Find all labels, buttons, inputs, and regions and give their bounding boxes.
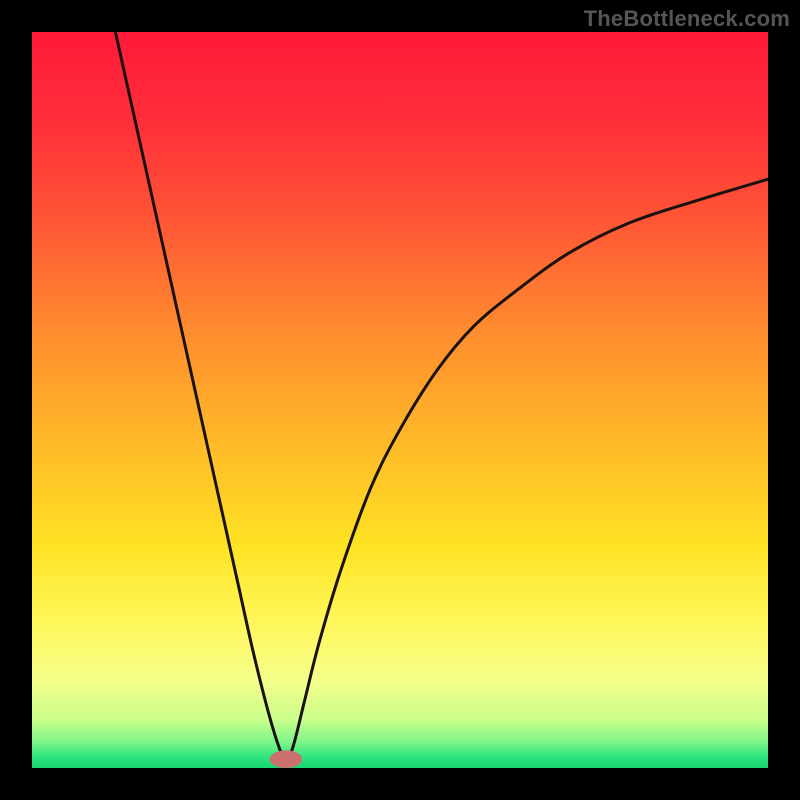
chart-frame [32, 32, 768, 768]
watermark-text: TheBottleneck.com [584, 6, 790, 32]
optimal-point-marker [270, 750, 302, 768]
chart-background [32, 32, 768, 768]
bottleneck-chart [32, 32, 768, 768]
